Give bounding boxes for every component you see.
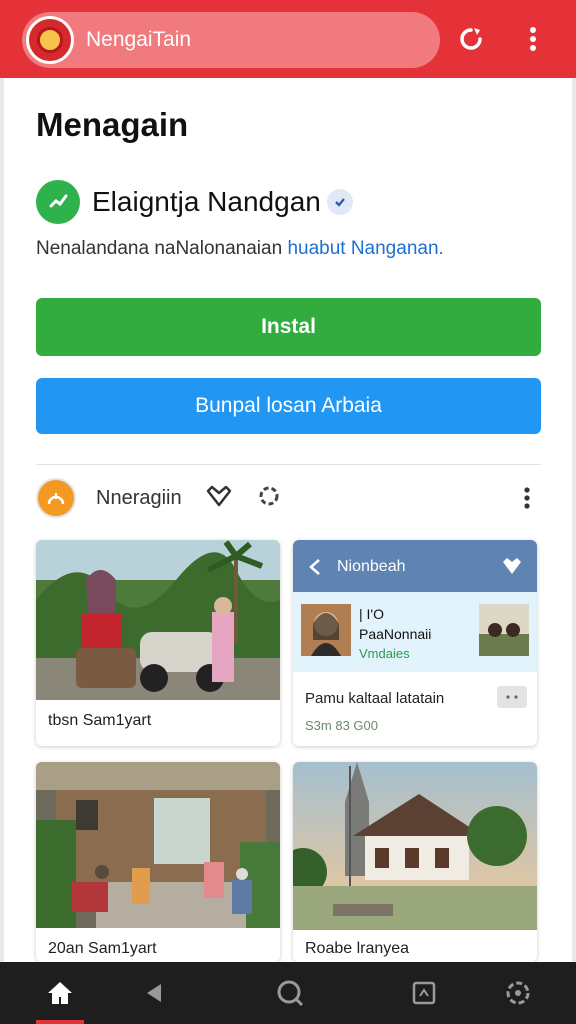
app-header: Elaigntja Nandgan: [36, 180, 353, 224]
author-name[interactable]: Nneragiin: [96, 487, 182, 510]
preview-line3: Vmdaies: [359, 646, 410, 661]
description-link[interactable]: huabut Nanganan.: [287, 238, 443, 259]
app-detail-page: Menagain Elaigntja Nandgan Nenalandana n…: [4, 78, 572, 962]
gallery-card[interactable]: tbsn Sam1yart: [36, 540, 280, 746]
card-caption: tbsn Sam1yart: [48, 712, 152, 729]
emblem-logo: [26, 16, 74, 64]
settings-icon[interactable]: [500, 976, 536, 1010]
favorite-icon: [503, 558, 521, 574]
favorite-icon[interactable]: [206, 485, 232, 512]
gallery-card[interactable]: Nionbeah | I'O PaaNonnaii Vmdaies Pamu k…: [293, 540, 537, 746]
active-tab-indicator: [36, 1020, 84, 1024]
gallery-card[interactable]: 20an Sam1yart: [36, 762, 280, 962]
card-title: Pamu kaltaal latatain: [305, 690, 445, 707]
app-name: Elaigntja Nandgan: [92, 186, 321, 217]
description-text: Nenalandana naNalonanaian: [36, 238, 283, 259]
author-avatar[interactable]: [36, 478, 76, 518]
bottom-navigation: [0, 962, 576, 1024]
back-icon: [309, 559, 320, 575]
refresh-icon[interactable]: [454, 22, 488, 56]
back-icon[interactable]: [136, 976, 172, 1010]
profile-photo: [301, 604, 351, 656]
top-app-bar: NengaiTain: [0, 0, 576, 78]
village-photo: [36, 540, 280, 700]
gallery-card[interactable]: Roabe lranyea: [293, 762, 537, 962]
people-photo: [479, 604, 529, 656]
preview-line2: PaaNonnaii: [359, 626, 432, 642]
preview-line1: | I'O: [359, 606, 384, 622]
install-button[interactable]: Instal: [36, 298, 541, 356]
veranda-photo: [36, 762, 280, 928]
card-caption: 20an Sam1yart: [48, 940, 157, 957]
author-row: Nneragiin: [36, 476, 541, 520]
more-horiz-icon[interactable]: [497, 686, 527, 708]
secondary-action-button[interactable]: Bunpal losan Arbaia: [36, 378, 541, 434]
library-icon[interactable]: [406, 976, 442, 1010]
card-caption: Roabe lranyea: [305, 940, 410, 957]
card-price: S3m 83 G00: [305, 718, 378, 733]
search-pill[interactable]: NengaiTain: [22, 12, 440, 68]
divider: [36, 464, 541, 465]
temple-photo: [293, 762, 537, 930]
preview-body: | I'O PaaNonnaii Vmdaies: [293, 592, 537, 672]
home-icon[interactable]: [42, 976, 78, 1010]
search-icon[interactable]: [272, 976, 308, 1010]
app-icon: [36, 180, 80, 224]
preview-title: Nionbeah: [337, 558, 406, 575]
preview-header: Nionbeah: [293, 540, 537, 592]
app-bar-title: NengaiTain: [86, 28, 192, 51]
more-vert-icon[interactable]: [523, 486, 531, 515]
share-icon[interactable]: [256, 483, 282, 514]
verified-icon: [326, 189, 353, 215]
page-title: Menagain: [36, 106, 189, 143]
app-description: Nenalandana naNalonanaian huabut Nangana…: [36, 238, 444, 260]
more-vert-icon[interactable]: [516, 22, 550, 56]
